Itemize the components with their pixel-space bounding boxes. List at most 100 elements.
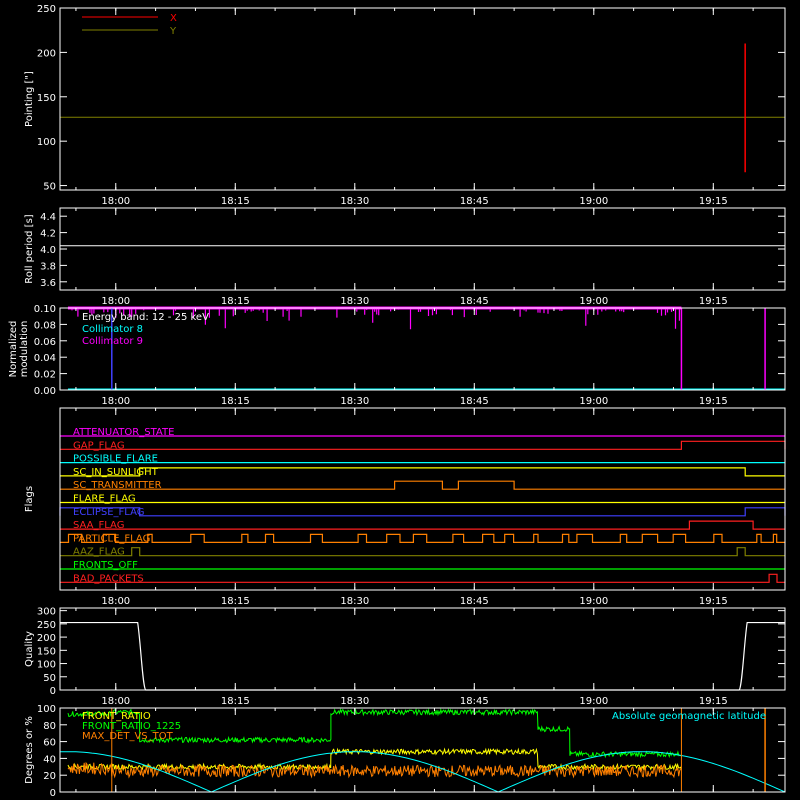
flag-fronts_off: FRONTS_OFF	[60, 560, 785, 571]
x-tick-label: 19:00	[579, 596, 608, 607]
y-tick-label: 0.06	[34, 337, 56, 348]
roll-y-axis: 3.6 3.8 4.0 4.2 4.4	[40, 212, 785, 289]
flag-possible_flare: POSSIBLE_FLARE	[60, 454, 785, 465]
x-tick-label: 19:15	[699, 196, 728, 207]
modulation-legend-1: Collimator 8	[82, 324, 143, 335]
x-tick-label: 18:00	[101, 596, 130, 607]
flag-trace	[60, 573, 785, 583]
flag-sc_transmitter: SC_TRANSMITTER	[60, 480, 785, 491]
y-tick-label: 100	[37, 660, 56, 671]
pointing-frame	[59, 7, 786, 191]
flag-gap_flag: GAP_FLAG	[60, 440, 786, 451]
modulation-ylabel: modulation	[19, 321, 30, 378]
flag-attenuator_state: ATTENUATOR_STATE	[60, 427, 785, 438]
x-tick-label: 18:45	[460, 296, 489, 307]
y-tick-label: 250	[37, 4, 56, 15]
y-tick-label: 150	[37, 646, 56, 657]
figure-canvas: XY5010015020025018:00 18:15 18:30 18:45 19:0…	[0, 0, 786, 799]
x-tick-label: 19:00	[579, 296, 608, 307]
y-tick-label: 4.2	[40, 229, 56, 240]
x-tick-label: 19:00	[579, 396, 608, 407]
x-tick-label: 18:00	[101, 296, 130, 307]
x-tick-label: 18:15	[221, 696, 250, 707]
y-tick-label: 3.6	[40, 278, 56, 289]
flag-trace	[60, 467, 785, 477]
roll-ylabel: Roll period [s]	[24, 214, 35, 283]
x-tick-label: 19:00	[579, 696, 608, 707]
y-tick-label: 4.4	[40, 212, 56, 223]
flag-trace	[60, 480, 785, 490]
y-tick-label: 0.02	[34, 370, 56, 381]
x-tick-label: 18:30	[340, 196, 369, 207]
ratios-legend-2: MAX_DET_VS_TOT	[82, 731, 174, 742]
flag-trace	[60, 520, 785, 530]
x-tick-label: 18:15	[221, 596, 250, 607]
y-tick-label: 100	[37, 137, 56, 148]
x-tick-label: 18:00	[101, 196, 130, 207]
x-tick-label: 19:00	[579, 196, 608, 207]
flag-saa_flag: SAA_FLAG	[60, 520, 785, 531]
x-tick-label: 18:30	[340, 596, 369, 607]
x-tick-label: 18:30	[340, 296, 369, 307]
y-tick-label: 50	[43, 182, 56, 193]
flag-trace	[60, 440, 786, 450]
y-tick-label: 0	[50, 788, 56, 799]
chart-figure: X Y 50 100 150 200 250 18:00 18:15 18:30 18:45 19:0…	[0, 0, 800, 800]
y-tick-label: 0.00	[34, 386, 56, 397]
x-tick-label: 19:15	[699, 696, 728, 707]
x-tick-label: 18:15	[221, 196, 250, 207]
y-tick-label: 4.0	[40, 245, 56, 256]
flags-x-axis: 18:00 18:15 18:30 18:45 19:00 19:15	[75, 408, 754, 607]
x-tick-label: 18:45	[460, 696, 489, 707]
x-tick-label: 18:30	[340, 696, 369, 707]
pointing-x-axis: 18:00 18:15 18:30 18:45 19:00 19:15	[75, 8, 754, 207]
modulation-legend-2: Collimator 9	[82, 336, 143, 347]
quality-series	[60, 621, 785, 691]
x-tick-label: 19:15	[699, 596, 728, 607]
y-tick-label: 50	[43, 673, 56, 684]
y-tick-label: 0	[50, 686, 56, 697]
modulation-legend-0: Energy band: 12 - 25 keV	[82, 312, 209, 323]
y-tick-label: 40	[43, 754, 56, 765]
y-tick-label: 0.08	[34, 320, 56, 331]
y-tick-label: 250	[37, 620, 56, 631]
pointing-y-axis: 50 100 150 200 250	[37, 4, 785, 193]
flag-aaz_flag: AAZ_FLAG	[60, 547, 785, 558]
flag-trace	[60, 533, 785, 543]
roll-frame	[59, 207, 786, 291]
roll-x-axis: 18:00 18:15 18:30 18:45 19:00 19:15	[75, 208, 754, 307]
legend-label-X: X	[170, 13, 177, 24]
x-tick-label: 18:15	[221, 296, 250, 307]
flag-bad_packets: BAD_PACKETS	[60, 573, 785, 584]
y-tick-label: 80	[43, 721, 56, 732]
flag-sc_in_sunlight: SC_IN_SUNLIGHT	[60, 467, 785, 478]
x-tick-label: 18:30	[340, 396, 369, 407]
x-tick-label: 18:00	[101, 396, 130, 407]
x-tick-label: 19:15	[699, 396, 728, 407]
x-tick-label: 18:00	[101, 696, 130, 707]
y-tick-label: 200	[37, 48, 56, 59]
pointing-ylabel: Pointing ["]	[24, 71, 35, 127]
y-tick-label: 60	[43, 738, 56, 749]
flags-ylabel: Flags	[24, 486, 35, 512]
x-tick-label: 18:45	[460, 196, 489, 207]
ratios-ylabel: Degrees or %	[24, 716, 35, 784]
ratios-right-label: Absolute geomagnetic latitude	[612, 711, 766, 722]
y-tick-label: 0.04	[34, 353, 56, 364]
quality-x-axis: 18:00 18:15 18:30 18:45 19:00 19:15	[75, 608, 754, 707]
y-tick-label: 100	[37, 704, 56, 715]
legend-label-Y: Y	[169, 26, 177, 37]
x-tick-label: 18:15	[221, 396, 250, 407]
y-tick-label: 300	[37, 607, 56, 618]
flag-trace	[59, 507, 786, 517]
flag-flare_flag: FLARE_FLAG	[60, 494, 785, 505]
y-tick-label: 20	[43, 771, 56, 782]
flag-particle_flag: PARTICLE_FLAG	[60, 533, 785, 544]
x-tick-label: 18:45	[460, 396, 489, 407]
modulation-ylabel: Normalized	[8, 321, 19, 378]
x-tick-label: 19:15	[699, 296, 728, 307]
flag-label: ECLIPSE_FLAG	[73, 507, 144, 518]
ratios-series-max_det_vs_tot	[67, 761, 682, 779]
y-tick-label: 150	[37, 93, 56, 104]
y-tick-label: 200	[37, 633, 56, 644]
